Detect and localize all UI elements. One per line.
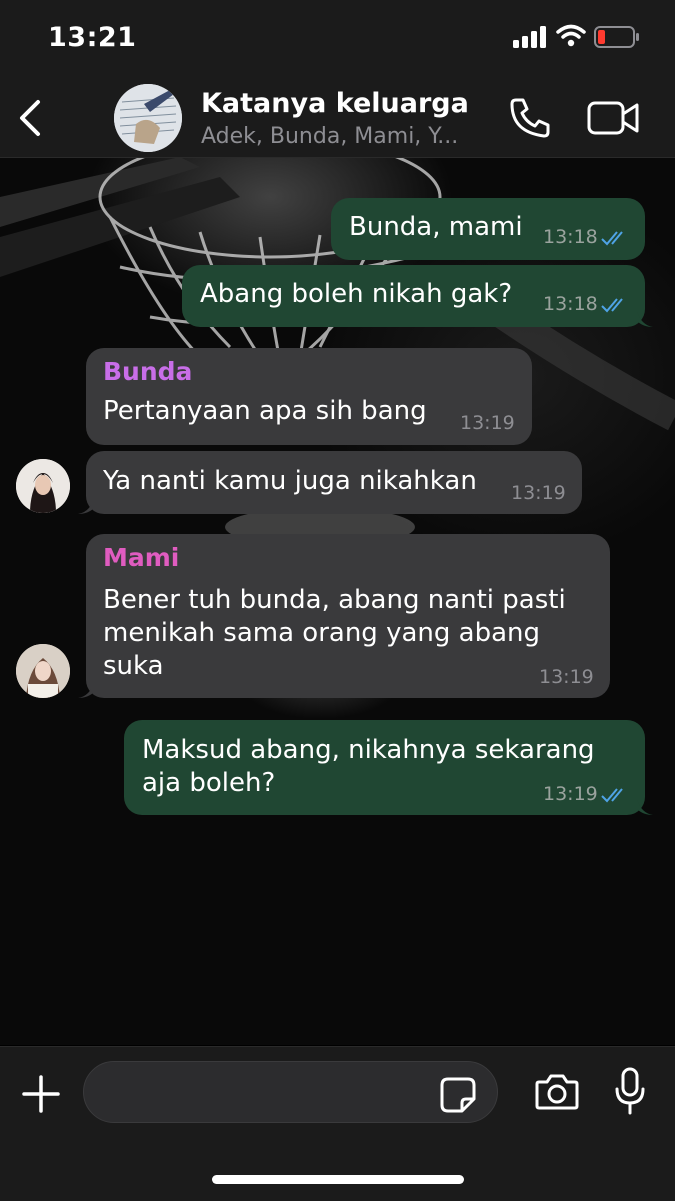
camera-icon[interactable] <box>535 1072 579 1112</box>
read-ticks-icon <box>601 231 623 246</box>
message-bubble-incoming[interactable]: Ya nanti kamu juga nikahkan 13:19 <box>78 451 582 514</box>
read-ticks-icon <box>601 298 623 313</box>
message-time: 13:18 <box>543 293 598 315</box>
message-bubble-incoming[interactable]: Mami Bener tuh bunda, abang nanti pasti … <box>78 534 610 698</box>
message-time: 13:19 <box>460 412 515 434</box>
plus-icon[interactable] <box>22 1075 60 1113</box>
message-time: 13:19 <box>543 783 598 805</box>
message-text-line: suka <box>103 651 164 681</box>
message-time: 13:19 <box>511 482 566 504</box>
message-bubble-outgoing[interactable]: Maksud abang, nikahnya sekarang aja bole… <box>124 720 653 815</box>
avatar-mami[interactable] <box>16 644 70 698</box>
battery-icon <box>594 26 639 48</box>
message-bubble-outgoing[interactable]: Abang boleh nikah gak? 13:18 <box>182 265 653 327</box>
phone-icon[interactable] <box>508 96 552 140</box>
message-text-line: aja boleh? <box>142 768 276 798</box>
message-text-line: menikah sama orang yang abang <box>103 618 540 648</box>
message-text-line: Maksud abang, nikahnya sekarang <box>142 735 595 765</box>
sender-name[interactable]: Bunda <box>103 357 192 386</box>
message-bubble-incoming[interactable]: Bunda Pertanyaan apa sih bang 13:19 <box>86 348 532 445</box>
group-avatar-drawing <box>114 84 182 152</box>
home-indicator[interactable] <box>212 1175 464 1184</box>
back-chevron-icon[interactable] <box>16 98 46 138</box>
message-text-line: Bener tuh bunda, abang nanti pasti <box>103 585 566 615</box>
read-ticks-icon <box>601 788 623 803</box>
chat-members[interactable]: Adek, Bunda, Mami, Y... <box>201 124 458 149</box>
message-text: Abang boleh nikah gak? <box>200 279 513 309</box>
wifi-icon <box>556 24 586 47</box>
bubble-tail <box>637 311 653 327</box>
bubble-tail <box>78 498 94 514</box>
video-camera-icon[interactable] <box>587 100 639 136</box>
status-bar: 13:21 <box>0 0 675 80</box>
message-bubble-outgoing[interactable]: Bunda, mami 13:18 <box>331 198 645 260</box>
sender-name[interactable]: Mami <box>103 543 179 572</box>
sticker-icon[interactable] <box>440 1077 476 1113</box>
message-time: 13:19 <box>539 666 594 688</box>
status-time: 13:21 <box>48 22 137 53</box>
chat-title[interactable]: Katanya keluarga <box>201 88 469 119</box>
message-time: 13:18 <box>543 226 598 248</box>
signal-icon <box>513 26 546 48</box>
message-text: Bunda, mami <box>349 212 523 242</box>
bubble-tail <box>78 682 94 698</box>
microphone-icon[interactable] <box>614 1067 646 1115</box>
message-text: Ya nanti kamu juga nikahkan <box>103 466 477 496</box>
avatar-bunda[interactable] <box>16 459 70 513</box>
avatar-bunda-drawing <box>16 459 70 513</box>
chat-header: Katanya keluarga Adek, Bunda, Mami, Y... <box>0 80 675 158</box>
avatar-mami-drawing <box>16 644 70 698</box>
group-avatar[interactable] <box>114 84 182 152</box>
message-input[interactable] <box>83 1061 498 1123</box>
message-text: Pertanyaan apa sih bang <box>103 396 427 426</box>
bubble-tail <box>637 799 653 815</box>
